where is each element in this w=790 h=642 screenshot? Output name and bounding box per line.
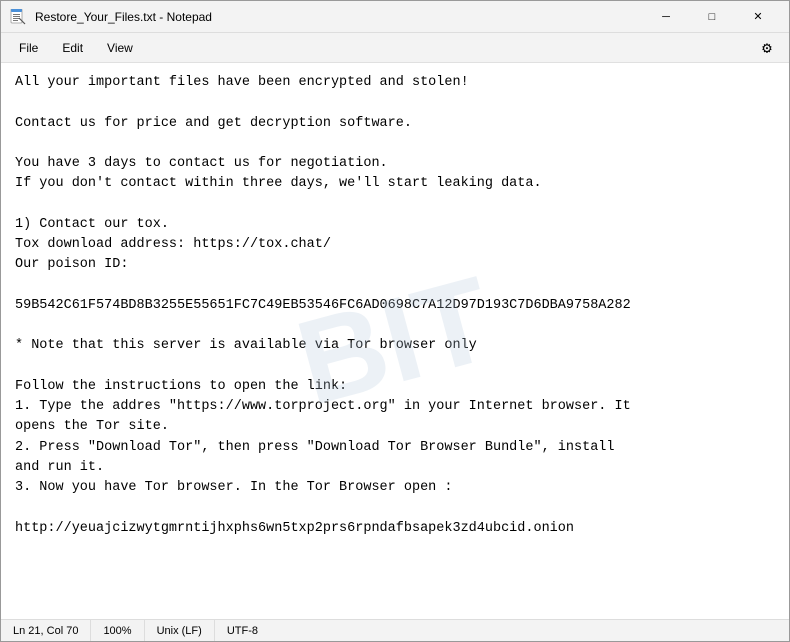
window-controls: ─ □ ✕ xyxy=(643,1,781,33)
line-ending: Unix (LF) xyxy=(145,620,215,641)
maximize-button[interactable]: □ xyxy=(689,1,735,33)
settings-button[interactable]: ⚙ xyxy=(753,34,781,62)
gear-icon: ⚙ xyxy=(762,38,772,58)
menu-edit[interactable]: Edit xyxy=(52,37,93,59)
status-bar: Ln 21, Col 70 100% Unix (LF) UTF-8 xyxy=(1,619,789,641)
file-content: All your important files have been encry… xyxy=(15,73,775,539)
encoding: UTF-8 xyxy=(215,620,270,641)
menu-view[interactable]: View xyxy=(97,37,143,59)
window-title: Restore_Your_Files.txt - Notepad xyxy=(35,10,643,24)
cursor-position: Ln 21, Col 70 xyxy=(1,620,91,641)
title-bar: Restore_Your_Files.txt - Notepad ─ □ ✕ xyxy=(1,1,789,33)
app-icon xyxy=(9,8,27,26)
notepad-window: Restore_Your_Files.txt - Notepad ─ □ ✕ F… xyxy=(0,0,790,642)
menu-bar: File Edit View ⚙ xyxy=(1,33,789,63)
close-button[interactable]: ✕ xyxy=(735,1,781,33)
text-area[interactable]: BIT All your important files have been e… xyxy=(1,63,789,619)
menu-file[interactable]: File xyxy=(9,37,48,59)
minimize-button[interactable]: ─ xyxy=(643,1,689,33)
zoom-level: 100% xyxy=(91,620,144,641)
